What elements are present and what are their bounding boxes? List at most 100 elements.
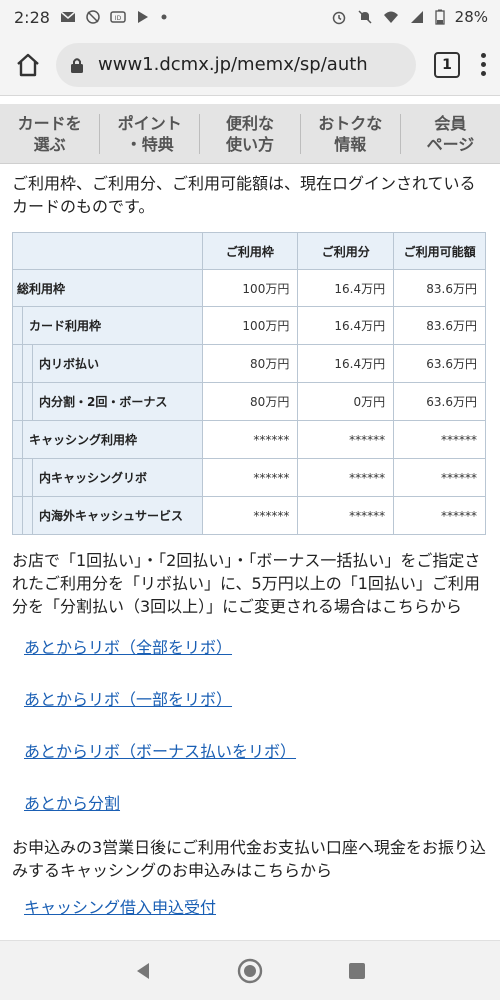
nav-label: ポイント ・特典 [117, 113, 182, 154]
cell-used: ****** [297, 496, 395, 535]
cell-limit: ****** [201, 420, 299, 459]
signal-icon [410, 11, 423, 23]
indent-bar [13, 345, 23, 382]
nav-item-usage[interactable]: 便利な 使い方 [200, 113, 301, 154]
status-time: 2:28 [14, 7, 50, 27]
row-label-cell: 内海外キャッシュサービス [12, 496, 203, 535]
link-revo-bonus[interactable]: あとからリボ（ボーナス払いをリボ） [24, 736, 488, 768]
link-revo-partial[interactable]: あとからリボ（一部をリボ） [24, 684, 488, 716]
table-row: カード利用枠 100万円 16.4万円 83.6万円 [12, 306, 486, 345]
cell-limit: ****** [201, 496, 299, 535]
table-header-used: ご利用分 [297, 232, 395, 270]
revolving-info-text: お店で「1回払い」・「2回払い」・「ボーナス一括払い」をご指定されたご利用分を「… [12, 551, 481, 616]
notification-icons: ID [60, 9, 168, 25]
lock-icon [71, 57, 83, 73]
address-bar[interactable]: www1.dcmx.jp/memx/sp/auth [56, 42, 416, 87]
id-card-icon: ID [110, 11, 126, 23]
nav-item-points[interactable]: ポイント ・特典 [100, 113, 201, 154]
cell-limit: ****** [201, 458, 299, 497]
cell-available: ****** [393, 420, 486, 459]
nav-item-choose-card[interactable]: カードを 選ぶ [0, 113, 101, 154]
wifi-off-icon [86, 10, 100, 24]
link-installment[interactable]: あとから分割 [24, 788, 488, 820]
row-label-cell: 内キャッシングリボ [12, 458, 203, 497]
dot-icon [480, 62, 486, 67]
cell-available: ****** [393, 458, 486, 497]
tab-switcher-button[interactable]: 1 [434, 51, 460, 78]
table-header-limit: ご利用枠 [201, 232, 299, 270]
recents-icon [348, 962, 365, 979]
back-button[interactable] [128, 956, 158, 986]
cell-used: ****** [297, 458, 395, 497]
nav-item-deals[interactable]: おトクな 情報 [301, 113, 401, 154]
indent-bar [13, 459, 23, 496]
play-store-icon [137, 11, 148, 23]
row-label-cell: カード利用枠 [12, 306, 203, 345]
alarm-icon [332, 11, 345, 25]
limits-table: ご利用枠 ご利用分 ご利用可能額 総利用枠 100万円 16.4万円 83.6万… [12, 232, 486, 535]
nav-label: おトクな 情報 [318, 113, 383, 154]
table-header-available: ご利用可能額 [393, 232, 486, 270]
indent-bar [23, 497, 33, 534]
cell-used: 16.4万円 [297, 344, 395, 383]
table-row: 内キャッシングリボ ****** ****** ****** [12, 458, 486, 497]
url-text: www1.dcmx.jp/memx/sp/auth [98, 54, 368, 75]
battery-icon [435, 9, 445, 25]
battery-level: 28% [454, 8, 488, 26]
cell-limit: 80万円 [201, 382, 299, 421]
cell-limit: 100万円 [201, 306, 299, 345]
spacer [0, 96, 500, 104]
indent-bar [13, 307, 23, 344]
cell-limit: 100万円 [201, 269, 299, 307]
row-label: カード利用枠 [29, 319, 102, 333]
system-icons: 28% [331, 8, 488, 26]
cell-available: 83.6万円 [393, 269, 486, 307]
indent-bar [13, 421, 23, 458]
recents-button[interactable] [342, 956, 372, 986]
row-label-cell: 内リボ払い [12, 344, 203, 383]
indent-bar [23, 345, 33, 382]
cell-used: 0万円 [297, 382, 395, 421]
svg-text:ID: ID [115, 15, 122, 22]
home-circle-icon [237, 958, 263, 983]
back-icon [137, 962, 150, 979]
nav-label: 便利な 使い方 [226, 113, 275, 154]
home-icon [17, 53, 39, 76]
cell-used: 16.4万円 [297, 269, 395, 307]
row-label: キャッシング利用枠 [29, 433, 138, 447]
table-row: 内リボ払い 80万円 16.4万円 63.6万円 [12, 344, 486, 383]
dot-icon [161, 14, 167, 20]
site-nav: カードを 選ぶ ポイント ・特典 便利な 使い方 おトクな 情報 会員 ページ [0, 104, 500, 164]
overflow-menu-button[interactable] [478, 53, 488, 76]
mute-icon [358, 10, 372, 24]
indent-bar [13, 383, 23, 420]
indent-bar [23, 459, 33, 496]
cell-available: 63.6万円 [393, 344, 486, 383]
cell-available: ****** [393, 496, 486, 535]
nav-label: カードを 選ぶ [17, 113, 82, 154]
link-revo-all[interactable]: あとからリボ（全部をリボ） [24, 632, 488, 664]
cell-used: ****** [297, 420, 395, 459]
row-label-cell: 内分割・2回・ボーナス [12, 382, 203, 421]
cell-limit: 80万円 [201, 344, 299, 383]
table-row: 総利用枠 100万円 16.4万円 83.6万円 [12, 269, 486, 307]
wifi-icon [383, 11, 398, 23]
nav-item-member-page[interactable]: 会員 ページ [401, 114, 500, 154]
intro-text: ご利用枠、ご利用分、ご利用可能額は、現在ログインされているカードのものです。 [12, 174, 476, 216]
row-label: 内キャッシングリボ [39, 471, 148, 485]
table-row: 内分割・2回・ボーナス 80万円 0万円 63.6万円 [12, 382, 486, 421]
row-label: 内分割・2回・ボーナス [39, 395, 168, 409]
cashing-info-text: お申込みの3営業日後にご利用代金お支払い口座へ現金をお振り込みするキャッシングの… [12, 838, 486, 880]
home-button[interactable] [12, 49, 44, 81]
mail-icon [60, 11, 76, 22]
revolving-links: あとからリボ（全部をリボ） あとからリボ（一部をリボ） あとからリボ（ボーナス払… [12, 632, 488, 820]
home-nav-button[interactable] [235, 956, 265, 986]
table-row: キャッシング利用枠 ****** ****** ****** [12, 420, 486, 459]
row-label: 総利用枠 [12, 269, 203, 307]
dot-icon [480, 53, 486, 58]
link-cashing-apply[interactable]: キャッシング借入申込受付 [24, 894, 488, 918]
cell-available: 63.6万円 [393, 382, 486, 421]
indent-bar [23, 383, 33, 420]
nav-label: 会員 ページ [426, 113, 475, 154]
row-label: 内海外キャッシュサービス [39, 509, 184, 523]
